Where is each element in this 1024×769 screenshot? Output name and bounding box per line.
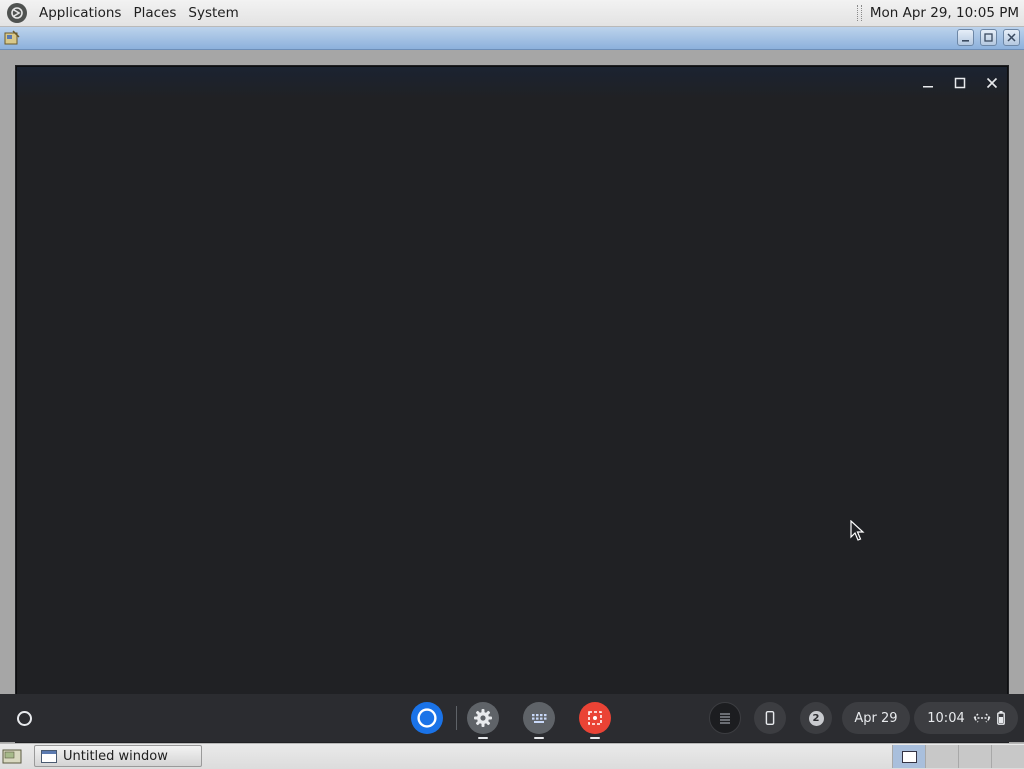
host-close-button[interactable]	[1003, 29, 1020, 46]
close-icon	[986, 77, 998, 89]
top-panel: Applications Places System Mon Apr 29, 1…	[0, 0, 1024, 27]
battery-icon	[996, 711, 1005, 725]
running-indicator	[534, 737, 544, 739]
taskbar-window-button[interactable]: Untitled window	[34, 745, 202, 767]
running-indicator	[478, 737, 488, 739]
shelf-app-chrome[interactable]	[411, 702, 443, 734]
minimize-icon	[962, 40, 969, 42]
window-close-button[interactable]	[980, 71, 1004, 95]
workspace-2[interactable]	[925, 745, 958, 768]
host-minimize-button[interactable]	[957, 29, 974, 46]
holding-space-icon	[720, 713, 730, 724]
window-maximize-button[interactable]	[948, 71, 972, 95]
maximize-icon	[984, 33, 993, 42]
running-indicator	[590, 737, 600, 739]
window-minimize-button[interactable]	[916, 71, 940, 95]
tray-notifications[interactable]: 2	[800, 702, 832, 734]
chrome-icon	[411, 702, 443, 734]
host-maximize-button[interactable]	[980, 29, 997, 46]
chromeos-shelf: 2 Apr 29 10:04	[0, 694, 1024, 742]
system-menu[interactable]: System	[182, 0, 244, 26]
tray-date-label: Apr 29	[854, 710, 898, 726]
tray-time-label: 10:04	[927, 710, 965, 726]
shelf-app-screen-capture[interactable]	[579, 702, 611, 734]
workspace-1[interactable]	[892, 745, 925, 768]
mate-logo-icon[interactable]	[7, 3, 27, 23]
mouse-pointer-icon	[850, 520, 865, 541]
bottom-taskbar: Untitled window	[0, 743, 1024, 769]
maximize-icon	[954, 77, 966, 89]
chromeos-app-window[interactable]	[17, 67, 1007, 694]
keyboard-icon	[532, 714, 547, 723]
workspace-3[interactable]	[958, 745, 991, 768]
workspace-window-thumbnail	[901, 750, 917, 763]
tray-holding-space[interactable]	[709, 702, 741, 734]
workspace-4[interactable]	[991, 745, 1024, 768]
notification-count-badge: 2	[808, 710, 824, 726]
minimize-icon	[923, 86, 933, 88]
shelf-separator	[456, 706, 457, 730]
window-icon	[41, 749, 57, 763]
phone-icon	[765, 710, 775, 726]
network-arrows-icon	[972, 713, 991, 723]
top-panel-right: Mon Apr 29, 10:05 PM	[856, 0, 1019, 26]
close-icon	[1007, 33, 1016, 42]
applications-menu[interactable]: Applications	[33, 0, 127, 26]
tray-status-area[interactable]: 10:04	[914, 702, 1018, 734]
tray-phone-hub[interactable]	[754, 702, 786, 734]
panel-clock[interactable]: Mon Apr 29, 10:05 PM	[870, 5, 1019, 21]
app-window-icon	[4, 30, 20, 45]
shelf-app-keyboard[interactable]	[523, 702, 555, 734]
taskbar-window-title: Untitled window	[63, 748, 168, 764]
launcher-circle-icon	[16, 710, 32, 726]
window-caption-bar[interactable]	[17, 67, 1007, 99]
show-desktop-icon[interactable]	[2, 748, 22, 765]
launcher-button[interactable]	[9, 703, 39, 733]
panel-separator	[856, 5, 862, 21]
settings-gear-icon	[474, 709, 492, 727]
screen-capture-icon	[588, 711, 602, 725]
host-window-titlebar[interactable]	[0, 27, 1024, 50]
tray-date[interactable]: Apr 29	[842, 702, 910, 734]
workspace-switcher[interactable]	[892, 745, 1024, 768]
places-menu[interactable]: Places	[127, 0, 182, 26]
shelf-app-settings[interactable]	[467, 702, 499, 734]
